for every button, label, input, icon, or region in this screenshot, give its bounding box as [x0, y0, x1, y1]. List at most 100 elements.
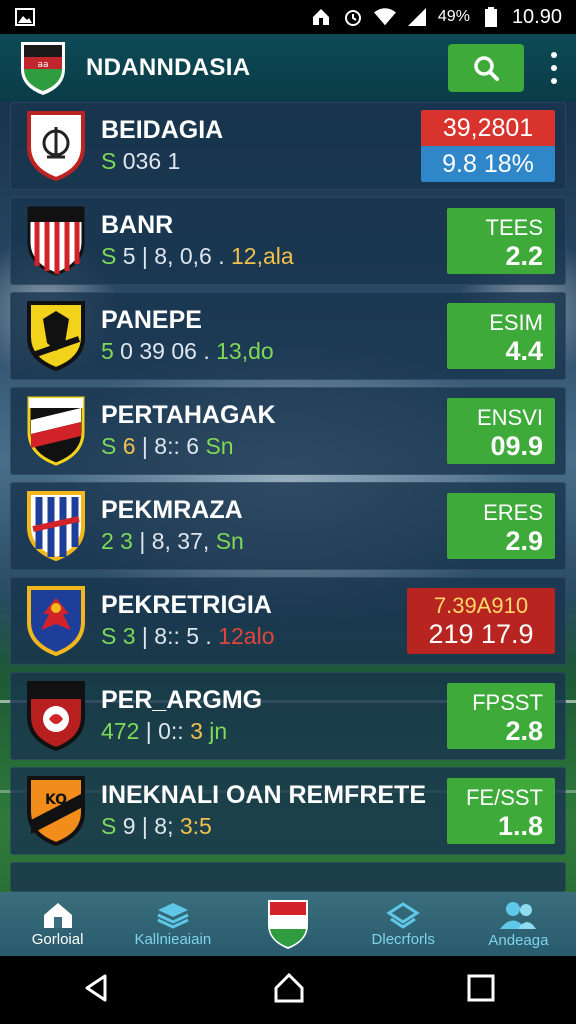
odds-label: TEES [485, 215, 543, 240]
stat-segment: S [101, 813, 117, 839]
team-stats: 5 0 39 06 . 13,do [101, 335, 447, 367]
odds-box[interactable]: ERES 2.9 [447, 493, 555, 559]
team-row[interactable]: KO INEKNALI OAN REMFRETE S 9 | 8; 3:5 FE… [10, 767, 566, 855]
team-row[interactable]: PEKMRAZA 2 3 | 8, 37, Sn ERES 2.9 [10, 482, 566, 570]
team-row[interactable]: PERTAHAGAK S 6 | 8:: 6 Sn ENSVI 09.9 [10, 387, 566, 475]
team-row[interactable]: PEKRETRIGIA S 3 | 8:: 5 . 12alo 7.39A910… [10, 577, 566, 665]
battery-icon [480, 7, 502, 27]
team-row[interactable]: PANEPE 5 0 39 06 . 13,do ESIM 4.4 [10, 292, 566, 380]
odds-value: 4.4 [505, 336, 543, 366]
team-stats: S 6 | 8:: 6 Sn [101, 430, 447, 462]
stat-segment: 3 [190, 718, 203, 744]
svg-text:aa: aa [37, 60, 48, 70]
odds-top: 39,2801 [421, 110, 555, 146]
battery-percent: 49% [437, 8, 470, 25]
nav-item-users[interactable]: Andeaga [461, 892, 576, 956]
home-button-icon[interactable] [273, 972, 305, 1009]
odds-value: 2.8 [505, 716, 543, 746]
nav-item-stack[interactable]: Kallnieaiain [115, 892, 230, 956]
team-name: PEKRETRIGIA [101, 591, 272, 619]
odds-box[interactable]: ESIM 4.4 [447, 303, 555, 369]
odds-label: FPSST [472, 690, 543, 715]
app-title: NDANNDASIA [86, 54, 251, 81]
odds-value: 1..8 [497, 811, 543, 841]
stat-segment: 12alo [218, 623, 275, 649]
stat-segment: 9 | 8; [116, 813, 180, 839]
nav-label: Gorloial [31, 930, 84, 948]
team-stats: S 036 1 [101, 145, 421, 177]
stat-segment: Sn [215, 528, 244, 554]
stat-segment: S [101, 148, 117, 174]
odds-box[interactable]: ENSVI 09.9 [447, 398, 555, 464]
search-button[interactable] [448, 44, 524, 92]
image-notification-icon [14, 7, 36, 27]
team-crest-icon [25, 109, 87, 183]
team-list: BEIDAGIA S 036 1 39,2801 9.8 18% BANR S … [10, 102, 566, 899]
nav-item-layers[interactable]: Dlecrforls [346, 892, 461, 956]
status-bar: 49% 10.90 [0, 0, 576, 34]
team-name: BEIDAGIA [101, 116, 224, 144]
odds-bottom: 9.8 18% [421, 146, 555, 182]
team-row[interactable]: PER_ARGMG 472 | 0:: 3 jn FPSST 2.8 [10, 672, 566, 760]
stat-segment: 5 | 8, 0,6 . [116, 243, 231, 269]
odds-value: 09.9 [490, 431, 543, 461]
home-icon [43, 902, 72, 928]
users-icon [500, 901, 537, 929]
odds-box[interactable]: TEES 2.2 [447, 208, 555, 274]
odds-value: 2.2 [505, 241, 543, 271]
bottom-navigation: Gorloial Kallnieaiain Dlecrforls Andeaga [0, 892, 576, 956]
stat-segment: 3:5 [179, 813, 212, 839]
nav-label: Kallnieaiain [134, 930, 212, 948]
layers-icon [386, 901, 420, 929]
back-icon[interactable] [81, 973, 111, 1008]
stat-segment: Sn [205, 433, 234, 459]
team-crest-icon: KO [25, 774, 87, 848]
more-options-icon[interactable] [544, 48, 564, 88]
team-crest-icon [25, 679, 87, 753]
nav-label: Andeaga [488, 931, 549, 949]
stat-segment: | 8, 37, [132, 528, 216, 554]
team-name: PEKMRAZA [101, 496, 243, 524]
team-name: BANR [101, 211, 174, 239]
team-row[interactable] [10, 862, 566, 892]
team-crest-icon [25, 394, 87, 468]
nav-item-center[interactable] [230, 892, 345, 956]
stat-segment: S 3 [101, 623, 136, 649]
team-row[interactable]: BANR S 5 | 8, 0,6 . 12,ala TEES 2.2 [10, 197, 566, 285]
stat-segment: 0 39 06 . [113, 338, 217, 364]
stat-segment: S [101, 243, 117, 269]
team-name: INEKNALI OAN REMFRETE [101, 781, 426, 809]
recents-icon[interactable] [467, 974, 495, 1007]
stat-segment: 6 [122, 433, 136, 459]
odds-box[interactable]: 39,2801 9.8 18% [421, 110, 555, 182]
stat-segment: 036 1 [116, 148, 181, 174]
alarm-icon [342, 7, 364, 27]
team-name: PANEPE [101, 306, 202, 334]
stat-segment: 472 [101, 718, 140, 744]
odds-value: 2.9 [505, 526, 543, 556]
team-crest-icon [25, 204, 87, 278]
stat-segment: 13,do [216, 338, 274, 364]
stat-segment: 5 [101, 338, 114, 364]
stat-segment: | 8:: 5 . [135, 623, 219, 649]
odds-label: ESIM [489, 310, 543, 335]
stat-segment: | 0:: [139, 718, 191, 744]
team-stats: 472 | 0:: 3 jn [101, 715, 447, 747]
team-stats: 2 3 | 8, 37, Sn [101, 525, 447, 557]
team-crest-icon [25, 489, 87, 563]
team-crest-icon [25, 299, 87, 373]
stat-segment: S [101, 433, 117, 459]
nav-item-home[interactable]: Gorloial [0, 892, 115, 956]
team-stats: S 5 | 8, 0,6 . 12,ala [101, 240, 447, 272]
nav-label: Dlecrforls [371, 930, 435, 948]
odds-box[interactable]: FE/SST 1..8 [447, 778, 555, 844]
odds-box[interactable]: FPSST 2.8 [447, 683, 555, 749]
odds-box[interactable]: 7.39A910 219 17.9 [407, 588, 555, 654]
app-logo-shield-icon[interactable]: aa [18, 39, 68, 97]
team-row[interactable]: BEIDAGIA S 036 1 39,2801 9.8 18% [10, 102, 566, 190]
team-name: PERTAHAGAK [101, 401, 276, 429]
stat-segment: 2 3 [101, 528, 133, 554]
stat-segment: jn [202, 718, 228, 744]
team-stats: S 3 | 8:: 5 . 12alo [101, 620, 407, 652]
odds-label: FE/SST [465, 785, 543, 810]
